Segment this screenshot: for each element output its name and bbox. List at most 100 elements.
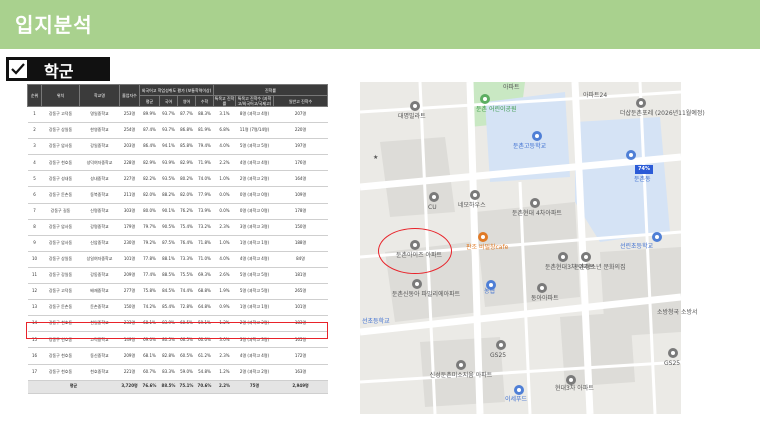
cell-no: 7 <box>27 203 42 220</box>
map-label-daemyung: 대명빌라트 <box>398 113 426 120</box>
cell-adv: 176명 <box>273 154 328 172</box>
cell-avg: 60.7% <box>139 364 160 381</box>
cell-grads: 253명 <box>119 106 140 124</box>
cell-no: 11 <box>27 267 42 285</box>
cell-avg: 68.1% <box>139 347 160 365</box>
cell-no: 2 <box>27 122 42 140</box>
cell-school: 둔촌중학교 <box>79 299 120 317</box>
th-group-rate: 외국어고 학업성취도 평가 (보통학력이상) <box>139 84 214 96</box>
map-label-apt24: 아파트24 <box>583 92 608 99</box>
cell-math: 68.8% <box>195 283 214 301</box>
school-icon <box>532 131 542 141</box>
cell-no: 1 <box>27 106 42 124</box>
cell-adv: 150명 <box>273 219 328 236</box>
cell-eng: 82.9% <box>177 154 196 172</box>
cell-grads: 221명 <box>119 364 140 381</box>
building-icon <box>581 252 591 262</box>
header-banner: 입지분석 <box>0 0 760 49</box>
cell-adv: 84명 <box>273 251 328 268</box>
mart-icon <box>514 385 524 395</box>
cell-adv: 188명 <box>273 235 328 252</box>
cell-spc: 3명 (과학고 3명) <box>235 219 274 236</box>
cell-adv: 163명 <box>273 364 328 381</box>
table-row: 1 강동구 고덕동 명일중학교 253명 89.9% 93.7% 87.7% 88.3% 3.1… <box>27 106 328 124</box>
cell-kor: 93.9% <box>159 154 178 172</box>
cell-eng: 82.0% <box>177 186 196 204</box>
cell-region: 강동구 둔촌동 <box>41 299 80 317</box>
checkbox-icon <box>9 60 27 78</box>
table-row: 5 강동구 성내동 성내중학교 227명 82.2% 93.5% 80.2% 74.0% 1.0… <box>27 170 328 188</box>
map-label-hyundai4: 둔촌현대 4차아파트 <box>512 210 562 217</box>
cell-kor: 88.5% <box>159 267 178 285</box>
building-icon <box>470 190 480 200</box>
cell-sp: 3.1% <box>213 106 236 124</box>
table-row: 9 강동구 암사동 신암중학교 230명 79.2% 87.5% 76.4% 71.8% 1.0… <box>27 235 328 252</box>
th-region: 위치 <box>41 84 80 107</box>
highlight-row-box <box>26 322 328 339</box>
cell-eng: 75.5% <box>177 267 196 285</box>
building-icon <box>410 240 420 250</box>
cell-school: 신암중학교 <box>79 235 120 252</box>
map-label-seonrin: 선린초등학교 <box>620 243 654 250</box>
cell-adv: 181명 <box>273 267 328 285</box>
cell-kor: 94.1% <box>159 138 178 156</box>
th-kor: 국어 <box>159 95 178 107</box>
cell-kor: 83.3% <box>159 364 178 381</box>
cell-region: 강동구 상일동 <box>41 122 80 140</box>
cell-region: 강동구 길동 <box>41 203 80 220</box>
total-label: 평균 <box>27 380 120 394</box>
cell-kor: 88.1% <box>159 251 178 268</box>
cell-spc: 0명 (과학고 0명) <box>235 203 274 220</box>
cell-eng: 76.2% <box>177 203 196 220</box>
total-math: 70.6% <box>195 380 214 394</box>
cell-spc: 1명 (과학고 1명) <box>235 235 274 252</box>
cell-no: 17 <box>27 364 42 381</box>
cell-region: 강동구 고덕동 <box>41 283 80 301</box>
cell-math: 71.0% <box>195 251 214 268</box>
cell-school: 배재중학교 <box>79 283 120 301</box>
cell-school: 강일중학교 <box>79 138 120 156</box>
cell-school: 신명중학교 <box>79 203 120 220</box>
cell-sp: 0.0% <box>213 186 236 204</box>
cell-avg: 82.2% <box>139 170 160 188</box>
section-title: 학군 <box>44 62 74 81</box>
cell-eng: 59.0% <box>177 364 196 381</box>
cell-grads: 203명 <box>119 138 140 156</box>
cell-adv: 109명 <box>273 186 328 204</box>
cell-spc: 5명 (과학고 5명) <box>235 138 274 156</box>
map-label-dh: 더샵둔촌포레 (2026년11월예정) <box>620 110 705 117</box>
map-label-cafe: 판조 비밀창cafe <box>466 244 509 251</box>
table-row: 13 강동구 둔촌동 둔촌중학교 150명 74.2% 85.4% 72.8% 64.8% 0.… <box>27 299 328 317</box>
building-icon <box>456 360 466 370</box>
map-label-paragon: 둔촌신동아 파밀리에아파트 <box>392 291 461 298</box>
cell-region: 강동구 천호동 <box>41 347 80 365</box>
map-label-apt: 아파트 <box>503 84 520 91</box>
park-icon <box>480 94 490 104</box>
cell-region: 강동구 암사동 <box>41 235 80 252</box>
cell-math: 74.0% <box>195 170 214 188</box>
table-row: 17 강동구 천호동 천호중학교 221명 60.7% 83.3% 59.0% 54.8% 1.… <box>27 364 328 381</box>
cell-math: 79.4% <box>195 138 214 156</box>
cell-grads: 227명 <box>119 170 140 188</box>
cell-adv: 220명 <box>273 122 328 140</box>
cell-region: 강동구 천호동 <box>41 364 80 381</box>
cell-kor: 84.5% <box>159 283 178 301</box>
cell-adv: 207명 <box>273 106 328 124</box>
building-icon <box>558 252 568 262</box>
building-icon <box>636 98 646 108</box>
map-label-gs2: GS25 <box>664 360 681 367</box>
cell-math: 88.3% <box>195 106 214 124</box>
cell-adv: 164명 <box>273 170 328 188</box>
cell-kor: 82.8% <box>159 347 178 365</box>
map-label-gs1: GS25 <box>490 352 507 359</box>
cell-math: 69.3% <box>195 267 214 285</box>
cell-sp: 0.0% <box>213 203 236 220</box>
cell-grads: 228명 <box>119 154 140 172</box>
cell-grads: 150명 <box>119 299 140 317</box>
cell-sp: 1.2% <box>213 364 236 381</box>
total-adv: 2,949명 <box>273 380 328 394</box>
cell-region: 강동구 둔촌동 <box>41 186 80 204</box>
cell-no: 12 <box>27 283 42 301</box>
cell-math: 81.9% <box>195 122 214 140</box>
table-row: 11 강동구 강일동 강동중학교 209명 77.4% 88.5% 75.5% 69.3% 2.… <box>27 267 328 285</box>
